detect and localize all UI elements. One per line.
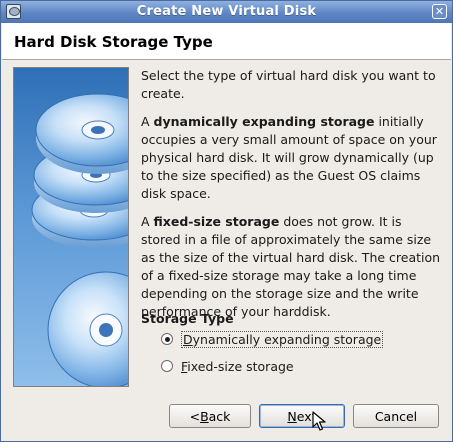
disk-stack-icon <box>31 93 128 386</box>
fixed-paragraph: A fixed-size storage does not grow. It i… <box>141 213 441 321</box>
description-text: Select the type of virtual hard disk you… <box>141 67 441 331</box>
option-dynamic-text: ynamically expanding storage <box>192 331 382 347</box>
back-button[interactable]: < Back <box>169 404 251 428</box>
title-bar[interactable]: Create New Virtual Disk ✕ <box>1 1 452 23</box>
next-mnemonic: N <box>287 408 297 424</box>
fixed-description: does not grow. It is stored in a file of… <box>141 214 441 319</box>
dynamic-paragraph: A dynamically expanding storage initiall… <box>141 113 441 203</box>
radio-button-unchecked[interactable] <box>161 360 173 372</box>
window-title: Create New Virtual Disk <box>136 4 317 19</box>
header-divider <box>2 59 451 60</box>
dynamic-lead: A <box>141 114 154 129</box>
radio-dynamic-storage[interactable]: Dynamically expanding storage <box>161 329 384 349</box>
mouse-pointer-icon <box>312 411 326 431</box>
dialog-window: Create New Virtual Disk ✕ Hard Disk Stor… <box>0 0 453 442</box>
dynamic-term: dynamically expanding storage <box>153 114 375 129</box>
page-title: Hard Disk Storage Type <box>14 33 213 51</box>
radio-dynamic-label[interactable]: Dynamically expanding storage <box>181 330 384 348</box>
close-icon[interactable]: ✕ <box>432 4 447 19</box>
intro-paragraph: Select the type of virtual hard disk you… <box>141 68 436 101</box>
radio-fixed-storage[interactable]: Fixed-size storage <box>161 356 294 376</box>
disk-stack-illustration <box>13 67 129 387</box>
next-button[interactable]: Next <box>259 404 345 428</box>
storage-type-label: Storage Type <box>141 311 234 326</box>
cancel-button[interactable]: Cancel <box>353 404 439 428</box>
back-prefix: < <box>189 408 201 424</box>
mnemonic-d: D <box>183 331 193 347</box>
fixed-term: fixed-size storage <box>153 214 280 229</box>
back-mnemonic: B <box>200 408 209 424</box>
header-band: Hard Disk Storage Type <box>2 23 451 59</box>
back-text: ack <box>208 408 231 424</box>
radio-button-checked[interactable] <box>161 333 173 345</box>
radio-fixed-label[interactable]: Fixed-size storage <box>181 359 294 374</box>
fixed-lead: A <box>141 214 154 229</box>
option-fixed-text: ixed-size storage <box>187 358 294 374</box>
